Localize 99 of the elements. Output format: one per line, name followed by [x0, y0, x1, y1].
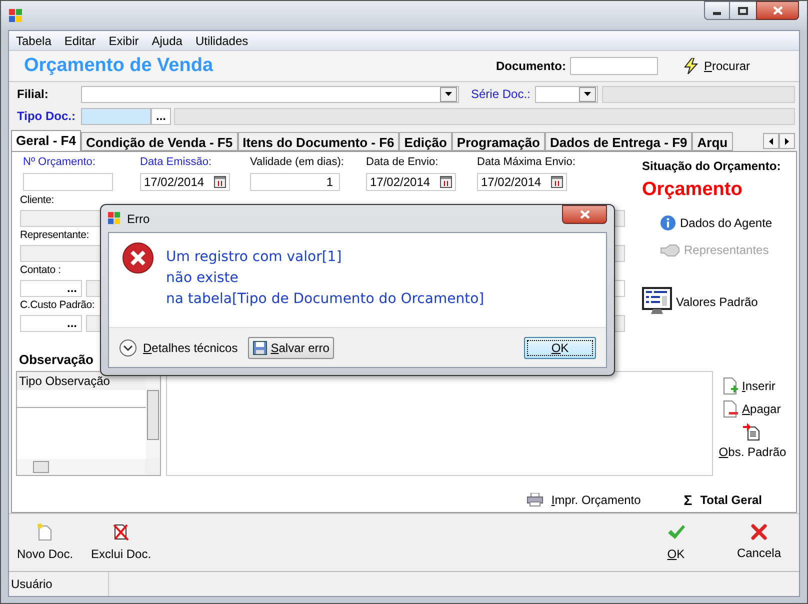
field-edge: [615, 280, 625, 296]
date-field[interactable]: 17/02/2014: [366, 172, 456, 190]
close-button[interactable]: [756, 1, 799, 20]
tab[interactable]: Itens do Documento - F6: [238, 132, 400, 151]
field-edge: [615, 244, 625, 262]
field-label: Validade (em dias):: [250, 155, 344, 170]
field-label: Série Doc.:: [471, 86, 530, 103]
section-label: Observação: [18, 351, 94, 369]
tab[interactable]: Arqu: [692, 132, 733, 151]
tab[interactable]: Geral - F4: [11, 130, 81, 151]
field-label: Contato :: [20, 262, 61, 278]
status-label: Situação do Orçamento:: [642, 158, 782, 175]
maximize-button[interactable]: [730, 1, 756, 20]
lookup-button[interactable]: ...: [66, 284, 77, 292]
field-label: Nº Orçamento:: [23, 155, 96, 170]
document-arrow-icon: [743, 422, 762, 440]
search-button[interactable]: Procurar: [684, 57, 750, 75]
tab-scroll-right-button[interactable]: [779, 133, 795, 149]
tipo-doc-field[interactable]: [81, 108, 151, 124]
menu-item[interactable]: Ajuda: [152, 32, 182, 50]
caret-icon: [445, 92, 452, 96]
observation-action-button[interactable]: Obs. Padrão: [718, 422, 786, 460]
field-edge: [615, 314, 625, 332]
list-header[interactable]: Tipo Observação: [17, 372, 146, 390]
print-button[interactable]: Impr. Orçamento: [527, 491, 641, 509]
field-label: Data de Envio:: [366, 155, 438, 170]
field-label: Filial:: [17, 86, 50, 103]
text-field[interactable]: [23, 172, 113, 190]
user-status: Usuário: [9, 572, 109, 596]
left-arrow-icon: [769, 138, 773, 144]
lookup-button[interactable]: ...: [66, 319, 77, 327]
save-error-button[interactable]: Salvar erro: [248, 336, 334, 358]
dropdown-button[interactable]: [579, 86, 596, 102]
tab[interactable]: Dados de Entrega - F9: [545, 132, 692, 151]
menu-item[interactable]: Exibir: [108, 32, 139, 50]
close-button[interactable]: [562, 205, 607, 224]
dialog-title: Erro: [127, 210, 150, 228]
lookup-button[interactable]: ...: [151, 108, 171, 124]
observation-action-button[interactable]: Inserir: [723, 376, 776, 394]
close-icon: [580, 210, 590, 219]
add-document-icon: [723, 376, 739, 394]
status-value: Orçamento: [642, 178, 744, 202]
caret-icon: [584, 92, 592, 96]
document-label: Documento:: [496, 58, 566, 75]
sigma-icon: Σ: [684, 490, 692, 510]
total-label: Total Geral: [700, 492, 762, 509]
toolbar-button[interactable]: Exclui Doc.: [91, 522, 152, 562]
menu-item[interactable]: Editar: [64, 32, 96, 50]
close-icon: [772, 6, 782, 15]
field-label: C.Custo Padrão:: [20, 298, 95, 312]
lookup-field[interactable]: ...: [20, 314, 82, 332]
horizontal-scrollbar[interactable]: [17, 458, 145, 474]
app-icon: [9, 8, 23, 22]
number-field[interactable]: 1: [250, 172, 340, 190]
delete-document-icon: [112, 522, 130, 540]
toolbar-button[interactable]: OK: [666, 522, 685, 562]
info-icon: [660, 214, 676, 230]
error-icon: [122, 242, 154, 274]
app-icon: [108, 212, 121, 225]
right-arrow-icon: [785, 138, 789, 144]
observation-action-button[interactable]: Apagar: [723, 400, 781, 418]
document-field[interactable]: [570, 57, 658, 75]
date-field[interactable]: 17/02/2014: [477, 172, 567, 190]
lookup-field[interactable]: ...: [20, 280, 82, 296]
lightning-icon: [684, 58, 698, 74]
toolbar-button[interactable]: Novo Doc.: [17, 522, 74, 562]
field-label: Representante:: [20, 228, 89, 242]
new-document-icon: [37, 522, 54, 540]
handshake-icon: [660, 242, 680, 258]
menu-item[interactable]: Tabela: [16, 32, 52, 50]
chevron-down-icon: [119, 338, 137, 356]
field-edge: [615, 210, 625, 226]
cancel-icon: [750, 524, 767, 540]
calendar-icon[interactable]: [440, 176, 452, 188]
page-title: Orçamento de Venda: [24, 54, 214, 78]
error-message: Um registro com valor[1] não existe na tabela[Tipo de Documento do Orcamento]: [166, 248, 484, 309]
ok-button[interactable]: OK: [524, 336, 596, 358]
side-action-button[interactable]: Dados do Agente: [660, 214, 792, 232]
tab[interactable]: Programação: [452, 132, 545, 151]
tab-scroll-left-button[interactable]: [763, 133, 779, 149]
field-label: Data Máxima Envio:: [477, 155, 576, 170]
monitor-icon: [642, 286, 672, 316]
minimize-button[interactable]: [704, 1, 730, 20]
date-field[interactable]: 17/02/2014: [140, 172, 230, 190]
calendar-icon[interactable]: [214, 176, 226, 188]
tab[interactable]: Condição de Venda - F5: [80, 132, 238, 151]
toolbar-button[interactable]: Cancela: [736, 524, 781, 562]
tab[interactable]: Edição: [399, 132, 452, 151]
remove-document-icon: [723, 400, 739, 418]
calendar-icon[interactable]: [551, 176, 563, 188]
side-action-button[interactable]: Valores Padrão: [642, 286, 792, 316]
menu-item[interactable]: Utilidades: [195, 32, 248, 50]
field-label: Tipo Doc.:: [17, 108, 76, 125]
check-icon: [666, 522, 685, 540]
field-label: Cliente:: [20, 192, 54, 208]
details-toggle[interactable]: Detalhes técnicos: [119, 338, 238, 356]
field-label: Data Emissão:: [140, 155, 212, 170]
printer-icon: [527, 493, 544, 507]
dropdown-button[interactable]: [440, 86, 457, 102]
